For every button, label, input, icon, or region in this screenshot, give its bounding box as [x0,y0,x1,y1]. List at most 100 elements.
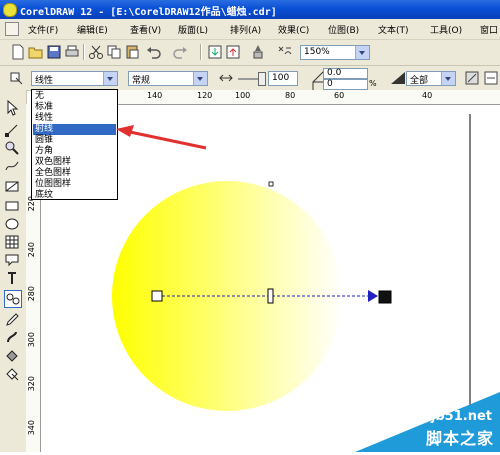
scope-combo[interactable]: 全部 [406,71,456,86]
corel-online-icon[interactable] [277,44,293,60]
redo-icon[interactable] [172,44,188,60]
menu-layout[interactable]: 版面(L) [178,23,208,36]
fill-tool-icon[interactable] [4,348,20,364]
ruler-label: 240 [27,242,36,258]
shape-tool-icon[interactable] [4,122,20,138]
dropdown-option-square[interactable]: 方角 [33,146,116,157]
menu-arrange[interactable]: 排列(A) [230,23,261,36]
text-tool-icon[interactable] [4,270,20,286]
scope-value: 全部 [410,76,429,86]
new-document-icon[interactable] [10,44,26,60]
window-title: CorelDRAW 12 - [E:\CorelDRAW12作品\蜡烛.cdr] [20,7,277,18]
export-icon[interactable] [225,44,241,60]
zoom-level-combo[interactable]: 150% [300,45,370,60]
gradient-midpoint-handle[interactable] [267,288,274,304]
midpoint-input[interactable]: 100 [268,71,298,86]
menu-window[interactable]: 窗口 [480,23,498,36]
save-icon[interactable] [46,44,62,60]
gradient-end-handle[interactable] [378,290,392,304]
toolbox [0,90,27,452]
zoom-level-value: 150% [304,47,330,57]
property-bar: 线性 常规 100 0.0 0 % 全部 [0,66,500,95]
ruler-label: 120 [197,91,213,100]
menu-tools[interactable]: 工具(O) [430,23,462,36]
dropdown-option-conical[interactable]: 圆锥 [33,135,116,146]
interactive-tool-icon[interactable] [4,290,22,308]
menu-file[interactable]: 文件(F) [28,23,58,36]
ruler-label: 320 [27,376,36,392]
edge-pad-input[interactable]: 0 [323,79,368,90]
interactive-fill-tool-icon [8,70,24,86]
top-node-handle[interactable] [268,181,274,187]
ruler-label: 340 [27,420,36,436]
menu-edit[interactable]: 编辑(E) [77,23,108,36]
edge-pad-value: 0 [327,79,333,89]
dropdown-option-none[interactable]: 无 [33,91,116,102]
rectangle-tool-icon[interactable] [4,198,20,214]
ruler-label: 80 [285,91,296,100]
interactive-fill-tool-icon[interactable] [4,366,20,382]
dropdown-option-linear[interactable]: 线性 [33,113,116,124]
menu-bar: 文件(F) 编辑(E) 查看(V) 版面(L) 排列(A) 效果(C) 位图(B… [0,19,500,40]
fill-type-combo[interactable]: 线性 [31,71,118,86]
copy-fill-properties-icon[interactable] [483,70,499,86]
ruler-label: 280 [27,286,36,302]
angle-input[interactable]: 0.0 [323,68,368,79]
dropdown-option-bitmap-pattern[interactable]: 位图图样 [33,179,116,190]
menu-bitmaps[interactable]: 位图(B) [328,23,359,36]
application-launcher-icon[interactable] [250,44,266,60]
cut-icon[interactable] [88,44,104,60]
ruler-label: 300 [27,332,36,348]
midpoint-value: 100 [272,73,290,83]
outline-tool-icon[interactable] [4,330,20,346]
ellipse-tool-icon[interactable] [4,216,20,232]
title-bar: CorelDRAW 12 - [E:\CorelDRAW12作品\蜡烛.cdr] [0,0,500,19]
edit-fill-icon[interactable] [464,70,480,86]
pick-tool-icon[interactable] [4,100,20,116]
dropdown-option-texture[interactable]: 底纹 [33,190,116,201]
chevron-down-icon[interactable] [441,72,455,85]
watermark-site: jb51.net [430,409,492,424]
undo-icon[interactable] [146,44,162,60]
watermark: jb51.net 脚本之家 [355,392,500,452]
chevron-down-icon[interactable] [103,72,117,85]
angle-value: 0.0 [327,68,342,78]
gradient-start-handle[interactable] [151,290,163,302]
graph-paper-tool-icon[interactable] [4,234,20,250]
menu-effects[interactable]: 效果(C) [278,23,309,36]
menu-view[interactable]: 查看(V) [130,23,161,36]
dropdown-option-radial[interactable]: 射线 [33,124,116,135]
watermark-name: 脚本之家 [425,429,494,448]
freehand-tool-icon[interactable] [4,158,20,174]
eyedropper-tool-icon[interactable] [4,312,20,328]
midpoint-slider-thumb[interactable] [258,72,266,86]
ruler-label: 60 [334,91,345,100]
copy-icon[interactable] [106,44,122,60]
fill-preview-icon [390,70,405,86]
ruler-label: 40 [422,91,433,100]
standard-toolbar: 150% [0,40,500,66]
dropdown-option-two-color-pattern[interactable]: 双色图样 [33,157,116,168]
print-icon[interactable] [64,44,80,60]
import-icon[interactable] [207,44,223,60]
app-icon [3,3,17,17]
menu-text[interactable]: 文本(T) [378,23,409,36]
chevron-down-icon[interactable] [355,46,369,59]
blend-mode-combo[interactable]: 常规 [128,71,208,86]
fill-type-value: 线性 [35,76,54,86]
dropdown-option-uniform[interactable]: 标准 [33,102,116,113]
dropdown-option-full-color-pattern[interactable]: 全色图样 [33,168,116,179]
paste-icon[interactable] [124,44,140,60]
edge-pad-unit: % [369,79,377,88]
edge-pad-icon [311,80,326,95]
fill-type-dropdown-list: 无 标准 线性 射线 圆锥 方角 双色图样 全色图样 位图图样 底纹 [31,89,118,200]
chevron-down-icon[interactable] [193,72,207,85]
ruler-label: 100 [235,91,251,100]
blend-mode-value: 常规 [132,76,151,86]
annotation-arrow [116,125,207,150]
document-menu-icon[interactable] [5,22,19,36]
zoom-tool-icon[interactable] [4,140,20,156]
open-folder-icon[interactable] [28,44,44,60]
smart-fill-tool-icon[interactable] [4,178,20,194]
basic-shapes-tool-icon[interactable] [4,252,20,268]
